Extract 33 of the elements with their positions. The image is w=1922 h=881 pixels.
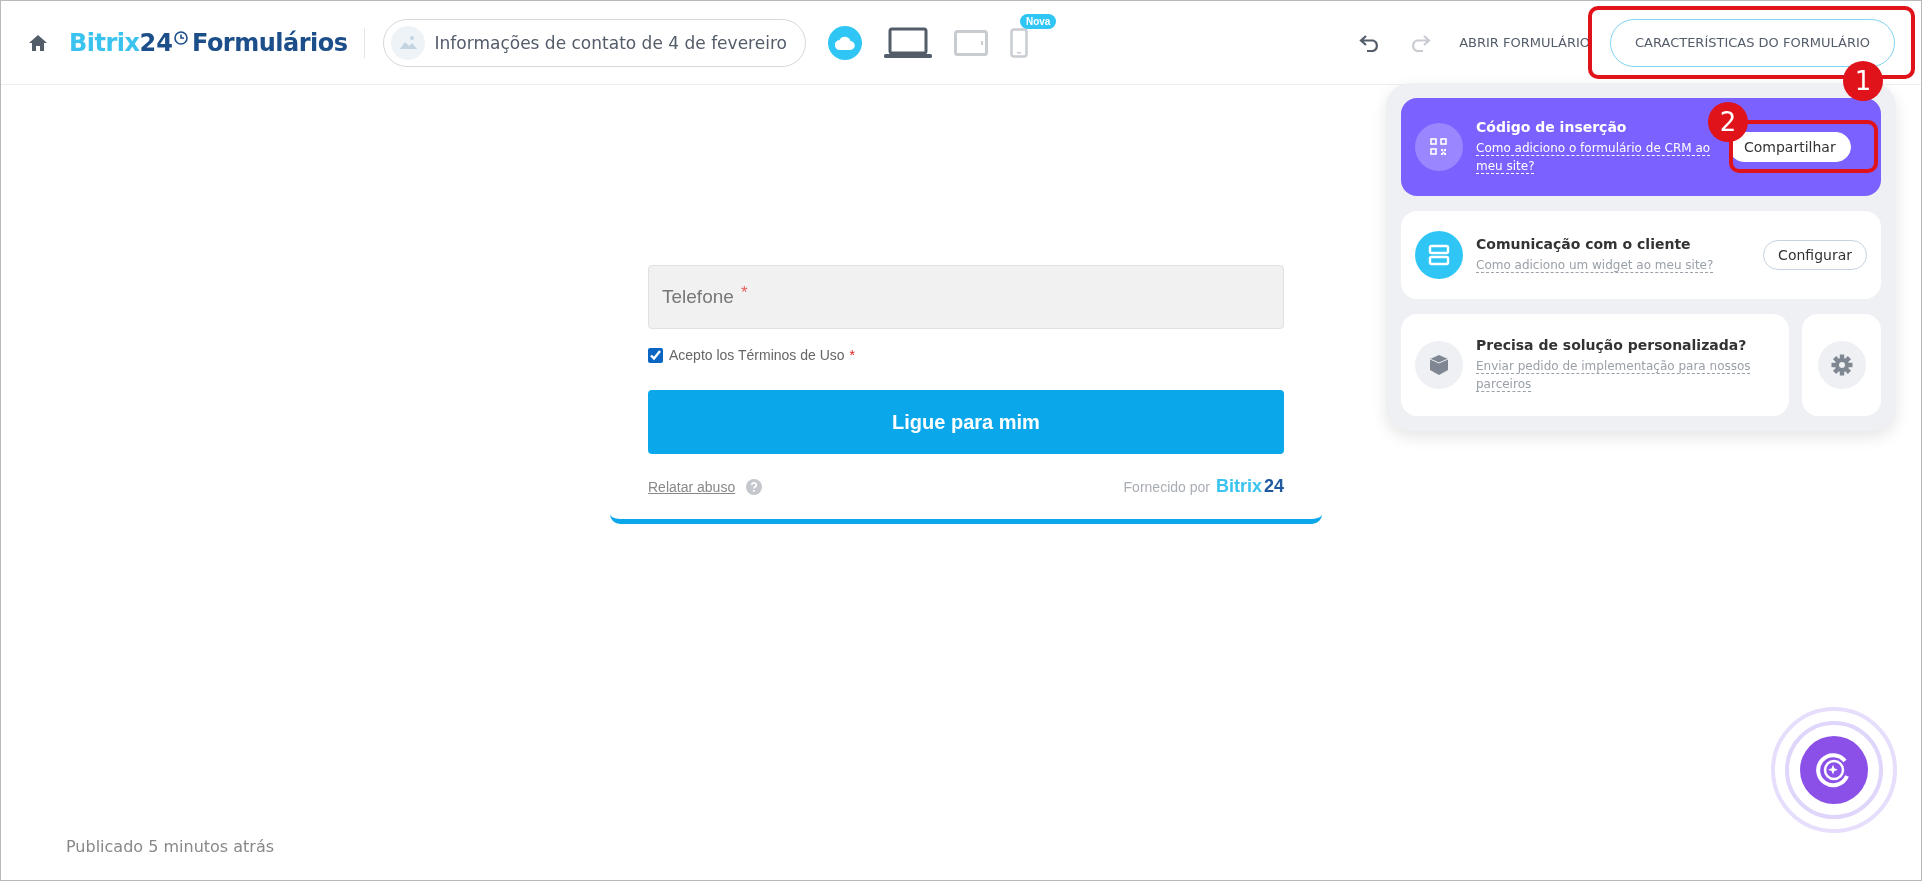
service-card[interactable]: Precisa de solução personalizada? Enviar pedido de implementação para nossos parceiros [1401, 314, 1789, 416]
qr-code-icon [1415, 123, 1463, 171]
assistant-button[interactable] [1770, 706, 1898, 834]
card-title: Precisa de solução personalizada? [1476, 337, 1748, 353]
card-link[interactable]: Como adiciono o formulário de CRM ao meu site? [1476, 139, 1716, 175]
cloud-icon [834, 35, 855, 50]
clock-icon [173, 30, 188, 45]
publish-status: Publicado 5 minutos atrás [65, 837, 276, 858]
card-title: Código de inserção [1476, 119, 1628, 135]
home-icon[interactable] [29, 34, 47, 51]
server-icon [1415, 231, 1463, 279]
terms-checkbox[interactable] [648, 347, 663, 363]
logo-brand: Bitrix [69, 28, 140, 57]
settings-button[interactable] [1802, 314, 1881, 416]
open-form-button[interactable]: ABRIR FORMULÁRIO [1459, 35, 1590, 50]
configure-button[interactable]: Configurar [1763, 240, 1867, 270]
required-mark: * [741, 283, 748, 303]
report-abuse-link[interactable]: Relatar abuso [648, 478, 736, 495]
image-icon [390, 25, 425, 60]
form-features-button[interactable]: CARACTERÍSTICAS DO FORMULÁRIO [1610, 18, 1895, 67]
terms-label: Acepto los Términos de Uso [669, 347, 845, 363]
logo-number: 24 [139, 28, 173, 57]
required-mark: * [849, 347, 856, 363]
cloud-button[interactable] [827, 25, 862, 60]
cube-icon [1415, 341, 1463, 389]
brand-number: 24 [1263, 476, 1284, 497]
powered-by-label: Fornecido por [1123, 479, 1210, 495]
brand-name: Bitrix [1215, 476, 1262, 497]
logo-product: Formulários [191, 28, 348, 57]
card-title: Comunicação com o cliente [1476, 236, 1692, 252]
settings-icon [1817, 341, 1866, 389]
new-badge: Nova [1019, 13, 1057, 29]
laptop-icon[interactable] [883, 26, 932, 59]
